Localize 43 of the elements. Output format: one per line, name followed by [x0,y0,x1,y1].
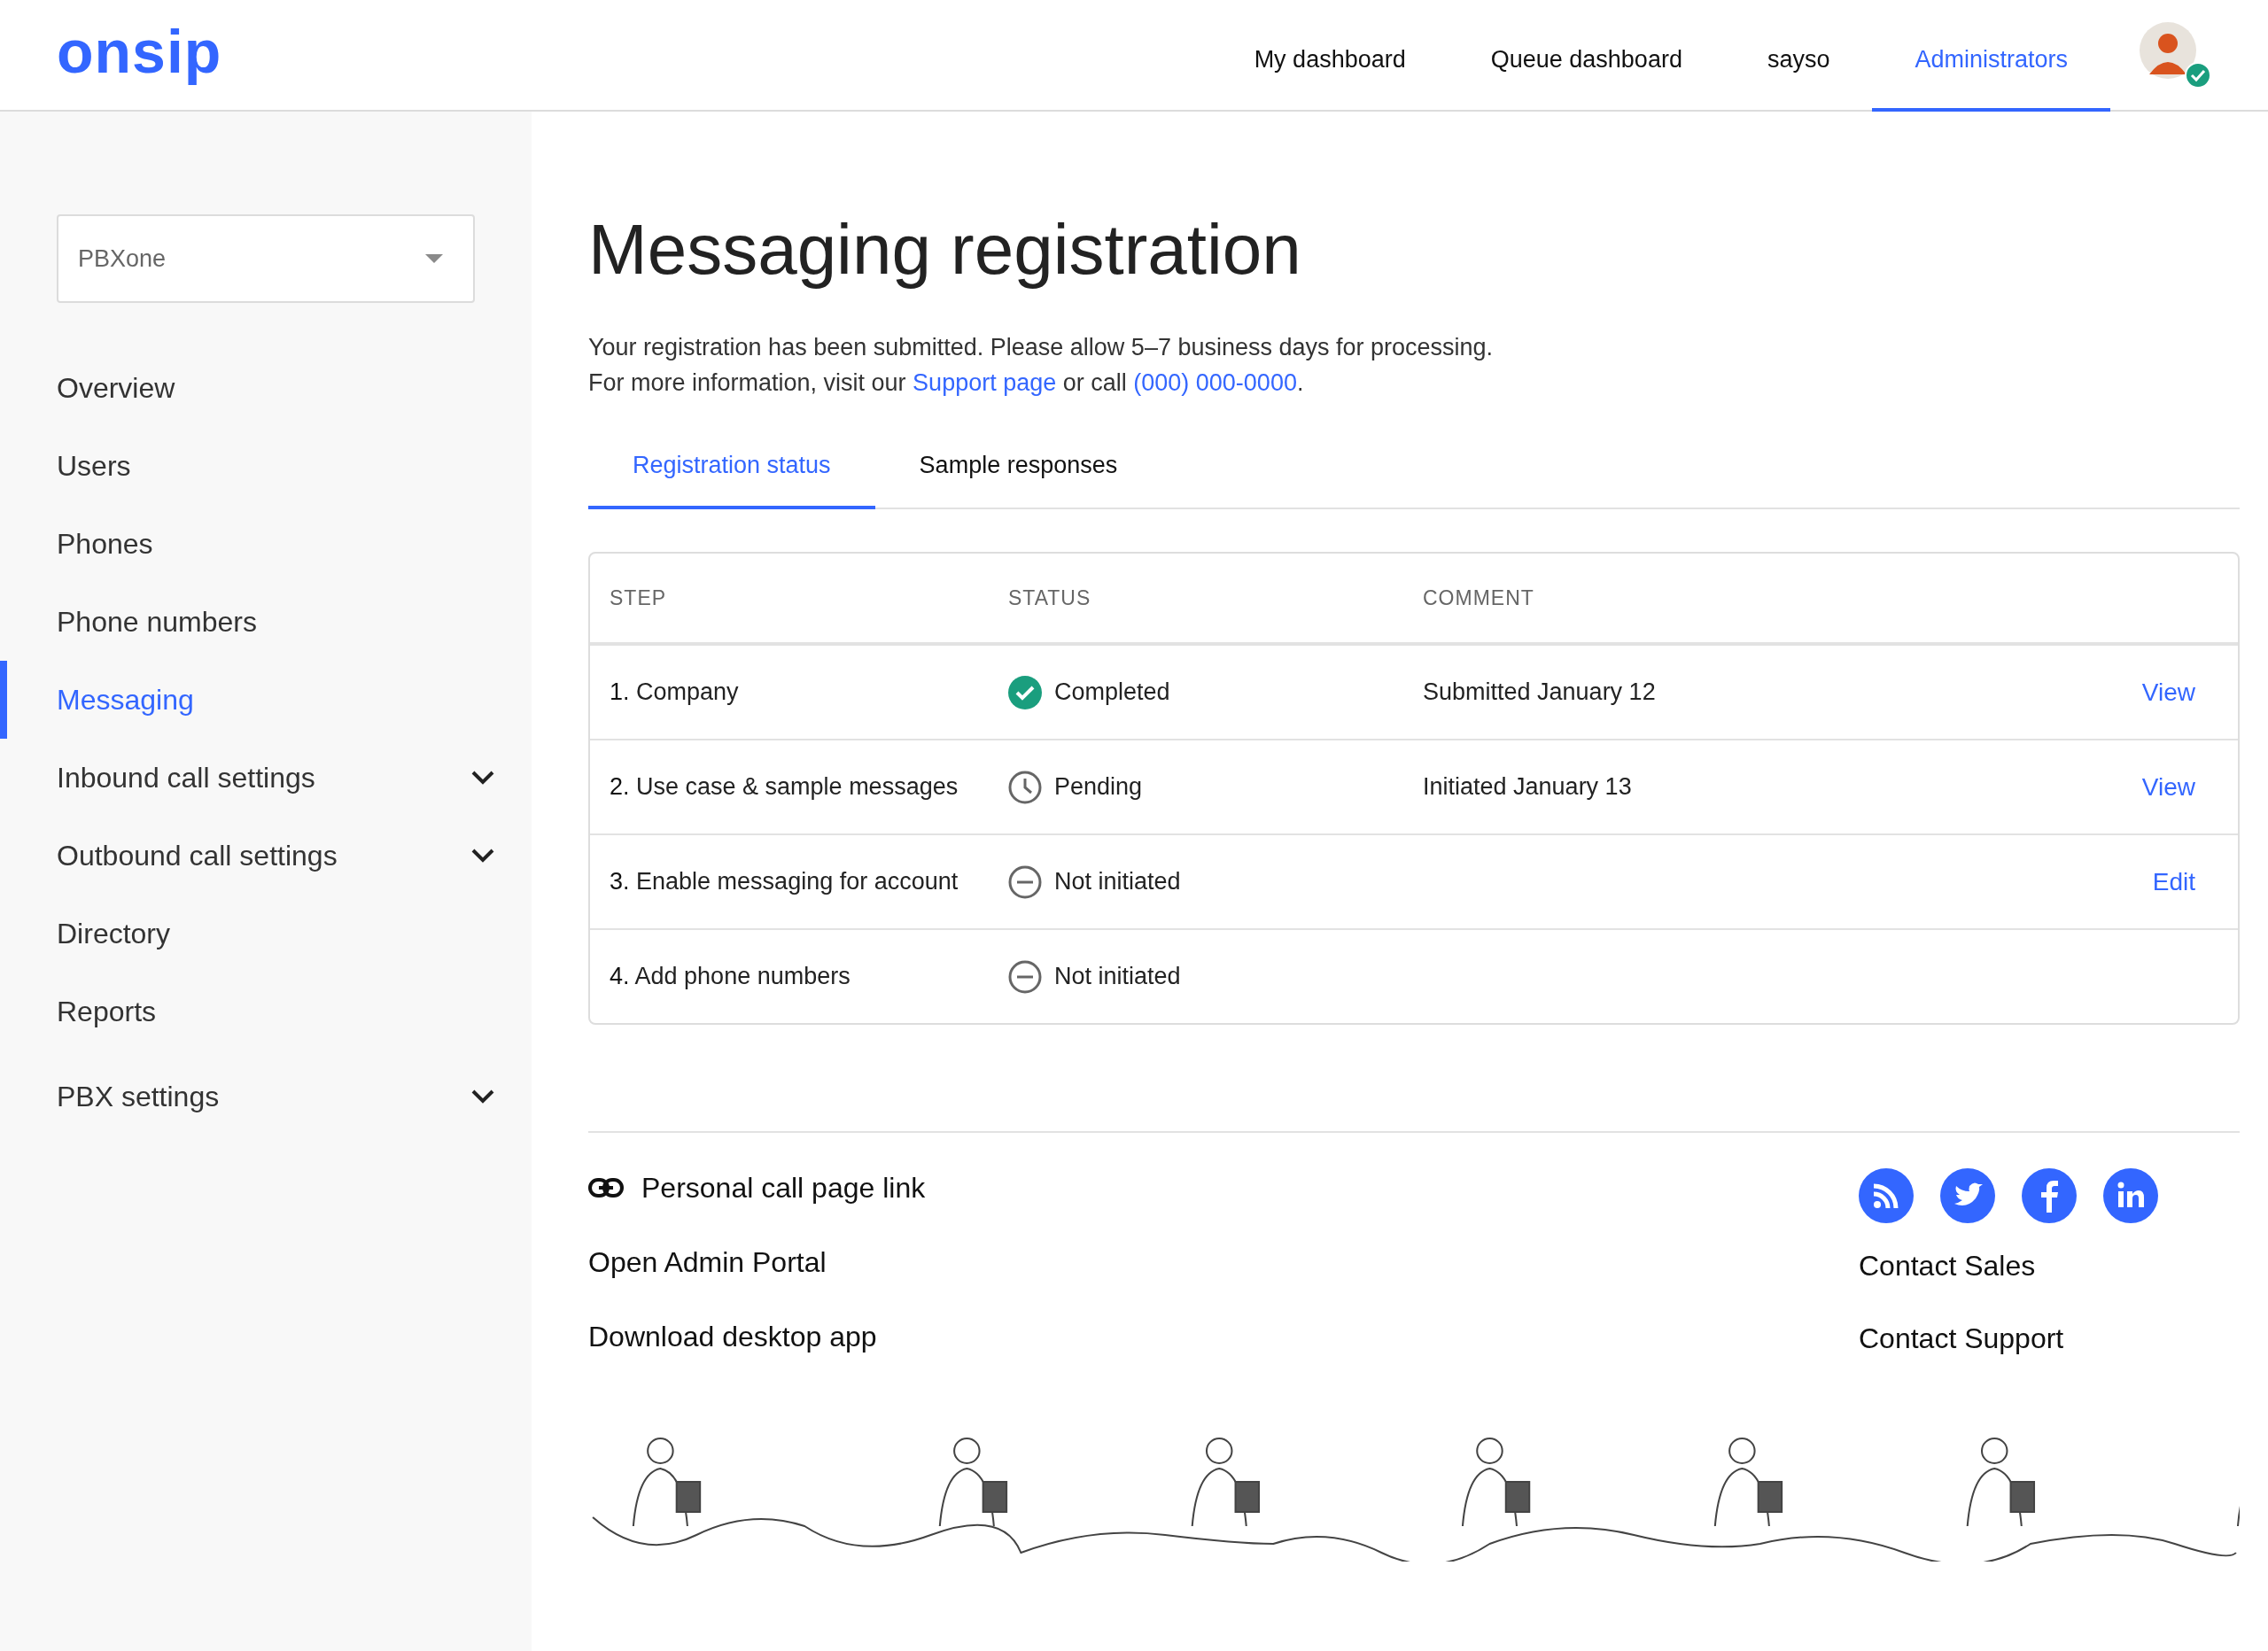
nav-tab[interactable]: Queue dashboard [1448,0,1725,112]
table-cell-text: 2. Use case & sample messages [610,773,959,801]
table-cell-text: 3. Enable messaging for account [610,868,959,895]
column-header: STEP [610,585,668,610]
row-action-link[interactable]: View [2141,772,2195,801]
tab[interactable]: Sample responses [874,436,1162,509]
status-text: Pending [1054,773,1143,801]
table-cell-text: 4. Add phone numbers [610,963,851,990]
row-action-link[interactable]: View [2141,678,2195,706]
nav-tab[interactable]: Administrators [1872,0,2110,112]
sidebar-item[interactable]: Inbound call settings [0,739,532,817]
sidebar-item[interactable]: Directory [0,895,532,973]
info-text: For more information, visit our Support page or call (000) 000-0000. [588,368,1305,398]
footer-link[interactable]: Open Admin Portal [588,1243,827,1282]
intro-text: Your registration has been submitted. Please allow 5–7 business days for processing. [588,333,1495,362]
tab[interactable]: Registration status [588,436,875,509]
status-text: Not initiated [1054,963,1181,990]
column-header: COMMENT [1423,585,1535,610]
column-header: STATUS [1008,585,1092,610]
table-cell-text: 1. Company [610,678,740,706]
phone-link[interactable]: (000) 000-0000 [1133,369,1297,396]
sidebar-item[interactable]: Overview [0,349,532,427]
footer-link[interactable]: Download desktop app [588,1317,877,1356]
table-cell: Initiated January 13 [1423,773,1632,800]
sidebar-item[interactable]: Outbound call settings [0,817,532,895]
sidebar-item[interactable]: Messaging [0,661,532,739]
table-cell: Submitted January 12 [1423,678,1656,705]
sidebar-item[interactable]: PBX settings [0,1058,532,1136]
status-text: Completed [1054,678,1170,706]
footer-link[interactable]: Contact Sales [1859,1246,2240,1285]
logo[interactable]: onsip [57,17,222,86]
support-link[interactable]: Support page [913,369,1057,396]
nav-tab[interactable]: My dashboard [1211,0,1449,112]
footer-link[interactable]: Personal call page link [641,1168,926,1207]
status-text: Not initiated [1054,868,1181,895]
footer-link[interactable]: Contact Support [1859,1319,2240,1358]
sidebar-item[interactable]: Phones [0,505,532,583]
account-select[interactable]: PBXone [57,214,475,303]
row-action-link[interactable]: Edit [2152,867,2195,895]
sidebar-item[interactable]: Phone numbers [0,583,532,661]
sidebar-item[interactable]: Users [0,427,532,505]
sidebar-item[interactable]: Reports [0,973,532,1050]
nav-tab[interactable]: sayso [1724,0,1873,112]
